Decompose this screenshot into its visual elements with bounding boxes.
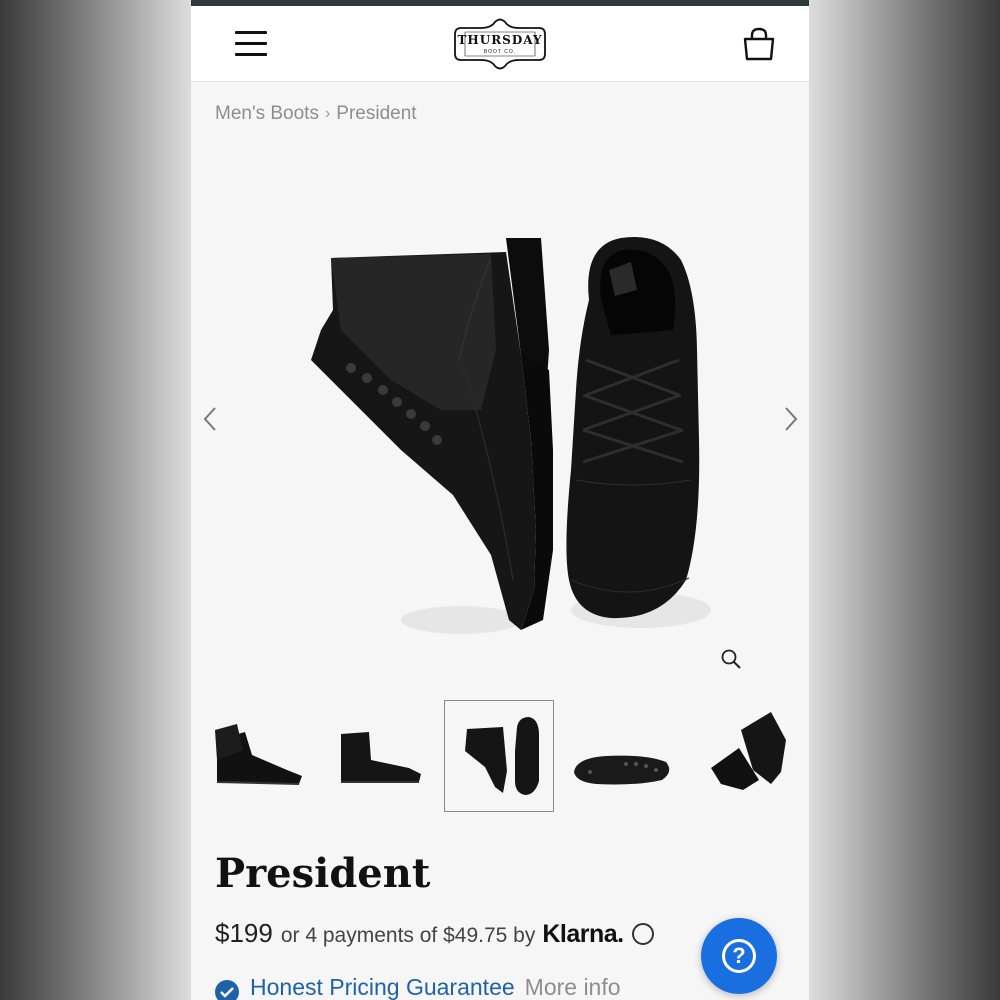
thumbnail-3[interactable] [444,700,554,812]
brand-logo[interactable]: THURSDAY BOOT CO. [451,18,549,74]
shopping-bag-icon[interactable] [742,26,776,62]
info-icon[interactable] [631,923,654,945]
breadcrumb-current[interactable]: President [336,103,416,125]
hamburger-menu-icon[interactable] [235,31,267,57]
brand-name: THURSDAY [457,33,543,47]
klarna-logo: Klarna. [542,920,624,948]
installment-text: or 4 payments of $49.75 by [280,924,536,947]
chevron-left-icon[interactable] [200,405,220,433]
product-page: THURSDAY BOOT CO. Men's Boots › Presiden… [191,0,809,1000]
checkmark-badge-icon [215,979,239,1000]
brand-subtitle: BOOT CO. [483,49,517,55]
product-title: President [215,850,431,897]
thumbnail-1[interactable] [207,700,317,812]
honest-pricing-row: Honest Pricing Guarantee More info [215,974,621,1000]
breadcrumb-separator: › [324,105,331,122]
chevron-right-icon[interactable] [781,405,801,433]
thumbnail-strip [191,700,809,812]
product-main-image [311,236,711,634]
thumbnail-2[interactable] [321,700,431,812]
breadcrumb-mens-boots[interactable]: Men's Boots [215,103,319,125]
product-price: $199 [215,918,273,948]
help-button[interactable]: ? [701,918,777,994]
breadcrumb: Men's Boots › President [215,103,417,125]
thumbnail-4[interactable] [566,700,676,812]
question-mark-icon: ? [722,939,756,973]
magnifier-icon[interactable] [720,648,742,670]
thumbnail-5[interactable] [691,700,801,812]
more-info-link[interactable]: More info [525,974,621,1000]
site-header: THURSDAY BOOT CO. [191,6,809,82]
product-image-gallery[interactable] [191,150,809,690]
price-row: $199 or 4 payments of $49.75 by Klarna. [215,918,654,949]
honest-pricing-link[interactable]: Honest Pricing Guarantee [250,974,515,1000]
